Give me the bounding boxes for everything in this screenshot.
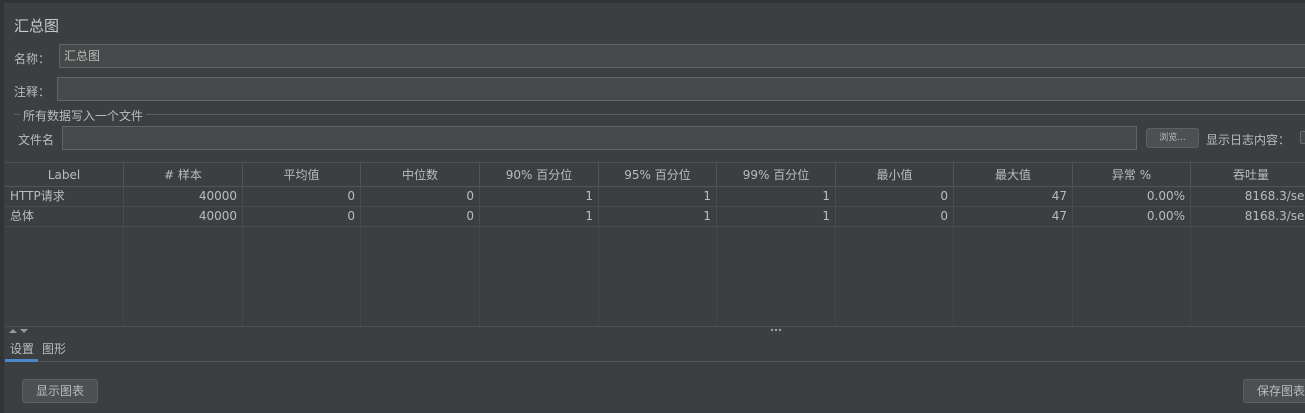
column-header-samples[interactable]: # 样本 (124, 163, 243, 187)
save-chart-button[interactable]: 保存图表 (1243, 379, 1305, 403)
filename-label: 文件名 (18, 133, 55, 147)
cell-samples: 40000 (124, 187, 243, 206)
cell-label: HTTP请求 (5, 187, 124, 206)
table-row[interactable]: HTTP请求 40000 0 0 1 1 1 0 47 0.00% 8168.3… (5, 187, 1305, 207)
cell-min: 0 (836, 187, 954, 206)
column-header-throughput[interactable]: 吞吐量 (1191, 163, 1305, 187)
column-header-99-percentile[interactable]: 99% 百分位 (717, 163, 836, 187)
table-header: Label # 样本 平均值 中位数 90% 百分位 95% 百分位 99% 百… (5, 162, 1305, 187)
cell-samples: 40000 (124, 207, 243, 226)
cell-max: 47 (954, 207, 1073, 226)
column-header-error-percent[interactable]: 异常 % (1073, 163, 1191, 187)
comment-field[interactable] (57, 77, 1305, 101)
filename-input[interactable] (62, 126, 1137, 150)
column-divider (953, 227, 954, 326)
tab-bar: 设置 图形 (5, 336, 1305, 362)
cell-min: 0 (836, 207, 954, 226)
panel-title: 汇总图 (14, 17, 60, 35)
drag-grip-icon[interactable] (770, 328, 784, 332)
top-border (0, 0, 1305, 3)
column-divider (123, 227, 124, 326)
column-header-label[interactable]: Label (5, 163, 124, 187)
file-group-title: 所有数据写入一个文件 (20, 107, 147, 124)
cell-label: 总体 (5, 207, 124, 226)
column-header-average[interactable]: 平均值 (243, 163, 361, 187)
column-divider (716, 227, 717, 326)
cell-90-percentile: 1 (480, 207, 599, 226)
column-divider (1072, 227, 1073, 326)
active-tab-indicator (5, 359, 38, 362)
column-header-max[interactable]: 最大值 (954, 163, 1073, 187)
column-divider (242, 227, 243, 326)
cell-max: 47 (954, 187, 1073, 206)
show-chart-button[interactable]: 显示图表 (22, 379, 98, 403)
column-header-median[interactable]: 中位数 (361, 163, 480, 187)
column-divider (598, 227, 599, 326)
column-header-min[interactable]: 最小值 (836, 163, 954, 187)
log-content-label: 显示日志内容： (1206, 133, 1291, 147)
name-label: 名称： (14, 52, 51, 66)
column-header-90-percentile[interactable]: 90% 百分位 (480, 163, 599, 187)
cell-error-percent: 0.00% (1073, 187, 1191, 206)
comment-label: 注释： (14, 85, 51, 99)
name-field[interactable]: 汇总图 (59, 44, 1305, 68)
cell-throughput: 8168.3/sec (1244, 209, 1305, 223)
column-divider (360, 227, 361, 326)
cell-error-percent: 0.00% (1073, 207, 1191, 226)
cell-median: 0 (361, 207, 480, 226)
cell-average: 0 (243, 207, 361, 226)
column-divider (835, 227, 836, 326)
cell-95-percentile: 1 (599, 207, 717, 226)
column-divider (1190, 227, 1191, 326)
browse-button[interactable]: 浏览... (1146, 128, 1199, 148)
cell-90-percentile: 1 (480, 187, 599, 206)
cell-average: 0 (243, 187, 361, 206)
results-table: Label # 样本 平均值 中位数 90% 百分位 95% 百分位 99% 百… (5, 162, 1305, 326)
split-pane-divider[interactable] (5, 326, 1305, 334)
tab-settings[interactable]: 设置 (10, 340, 34, 357)
file-group-border (14, 114, 1305, 115)
up-down-arrows-icon[interactable] (9, 328, 29, 334)
column-header-95-percentile[interactable]: 95% 百分位 (599, 163, 717, 187)
cell-99-percentile: 1 (717, 207, 836, 226)
tab-graph[interactable]: 图形 (42, 340, 66, 357)
cell-99-percentile: 1 (717, 187, 836, 206)
cell-95-percentile: 1 (599, 187, 717, 206)
cell-throughput: 8168.3/sec (1244, 189, 1305, 203)
left-border (0, 0, 4, 413)
cell-median: 0 (361, 187, 480, 206)
column-divider (479, 227, 480, 326)
table-row[interactable]: 总体 40000 0 0 1 1 1 0 47 0.00% 8168.3/sec (5, 207, 1305, 227)
log-errors-checkbox[interactable] (1300, 131, 1305, 144)
